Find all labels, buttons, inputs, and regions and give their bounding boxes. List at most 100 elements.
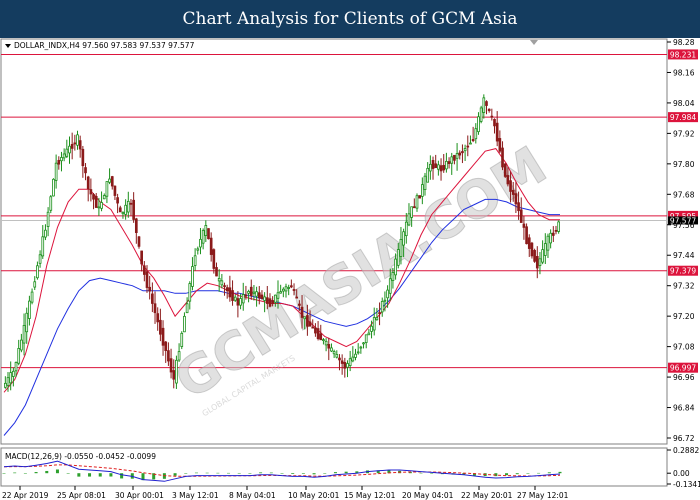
candle-body: [25, 312, 29, 333]
candle-body: [156, 313, 160, 323]
y-tick-label: 97.32: [673, 282, 695, 291]
candle-body: [426, 167, 430, 183]
candle-body: [30, 291, 34, 303]
candle-body: [477, 116, 480, 133]
candle-body: [241, 294, 245, 304]
candle-body: [60, 157, 63, 162]
macd-histogram-bar: [537, 472, 541, 474]
candle-body: [89, 189, 93, 195]
candle-body: [199, 238, 202, 248]
candle-body: [511, 189, 515, 195]
candle-body: [290, 285, 293, 288]
candle-body: [543, 243, 547, 256]
y-tick-label: 98.28: [673, 38, 695, 47]
macd-tick-label: -0.1341: [673, 480, 700, 489]
candle-body: [57, 159, 61, 165]
x-tick-label: 22 Apr 2019: [2, 491, 49, 500]
candle: [52, 178, 55, 197]
candle: [533, 248, 536, 263]
candle-body: [118, 207, 122, 213]
y-tick-label: 97.56: [673, 221, 695, 230]
x-tick-label: 10 May 20:01: [288, 491, 340, 500]
candle-body: [546, 235, 550, 251]
macd-histogram-bar: [2, 473, 6, 474]
candle-body: [306, 315, 309, 327]
macd-histogram-bar: [558, 471, 562, 474]
x-tick-label: 22 May 20:01: [461, 491, 513, 500]
macd-header: MACD(12,26,9) -0.0550 -0.0452 -0.0099: [5, 452, 156, 461]
candle-body: [276, 292, 280, 299]
x-tick-label: 15 May 12:01: [344, 491, 396, 500]
candle-body: [461, 151, 464, 154]
candle-body: [527, 237, 531, 249]
candle-body: [402, 231, 405, 246]
macd-tick-label: 0.00: [673, 469, 690, 478]
candle-body: [244, 294, 248, 297]
candle-body: [188, 283, 192, 302]
y-tick-label: 97.08: [673, 343, 695, 352]
macd-histogram-bar: [515, 473, 519, 475]
candle-body: [311, 326, 315, 329]
candle-body: [423, 175, 427, 190]
candle-body: [442, 164, 446, 171]
candle-body: [316, 328, 320, 340]
candle-body: [252, 291, 256, 294]
candle-body: [533, 250, 536, 262]
y-tick-label: 97.80: [673, 160, 695, 169]
candle-body: [490, 115, 494, 118]
candle-body: [383, 299, 387, 302]
candle-body: [359, 346, 363, 349]
x-tick-label: 3 May 12:01: [172, 491, 219, 500]
candle-body: [92, 194, 95, 200]
candle-body: [140, 250, 143, 265]
candle-body: [257, 292, 261, 299]
candle: [479, 105, 483, 124]
candle-body: [62, 153, 66, 159]
candle-body: [175, 359, 178, 384]
candle-body: [356, 351, 360, 354]
candle-body: [469, 142, 472, 145]
candle-body: [231, 290, 234, 301]
candle-body: [396, 249, 400, 266]
candle-body: [78, 140, 82, 150]
candle-body: [204, 225, 208, 236]
symbol-header: DOLLAR_INDX,H4 97.560 97.583 97.537 97.5…: [14, 41, 195, 50]
candle-body: [370, 325, 373, 332]
macd-tick-label: 0.2882: [673, 446, 699, 455]
macd-histogram-bar: [98, 473, 102, 477]
candle-body: [212, 249, 216, 269]
macd-histogram-bar: [419, 472, 423, 474]
candle-body: [372, 317, 376, 331]
candle-body: [271, 300, 274, 304]
candle-body: [207, 228, 210, 240]
candle-body: [97, 206, 101, 209]
level-tag-label: 97.379: [670, 267, 696, 276]
candle-body: [463, 148, 467, 152]
candle-body: [94, 195, 98, 208]
candle-body: [102, 195, 106, 200]
level-tag-label: 97.984: [670, 113, 696, 122]
candle-body: [535, 256, 539, 269]
y-tick-label: 97.44: [673, 251, 695, 260]
candle-body: [148, 286, 152, 292]
candle-body: [445, 160, 448, 170]
macd-histogram-bar: [526, 473, 530, 474]
candle-body: [134, 218, 138, 233]
y-tick-label: 96.72: [673, 434, 695, 443]
candle-body: [479, 107, 483, 122]
candle-body: [503, 163, 507, 177]
macd-histogram-bar: [248, 473, 252, 474]
candle-body: [455, 153, 459, 159]
candle-body: [340, 360, 344, 364]
x-tick-label: 27 May 12:01: [517, 491, 569, 500]
candle-body: [153, 303, 157, 314]
candle-body: [121, 211, 125, 215]
candle-body: [76, 134, 79, 146]
candle-body: [223, 285, 226, 288]
candle-body: [295, 296, 299, 299]
candle-body: [225, 287, 229, 292]
macd-histogram-bar: [259, 472, 263, 474]
candle-body: [268, 298, 272, 307]
candle-body: [193, 255, 197, 266]
candle-body: [105, 181, 109, 197]
